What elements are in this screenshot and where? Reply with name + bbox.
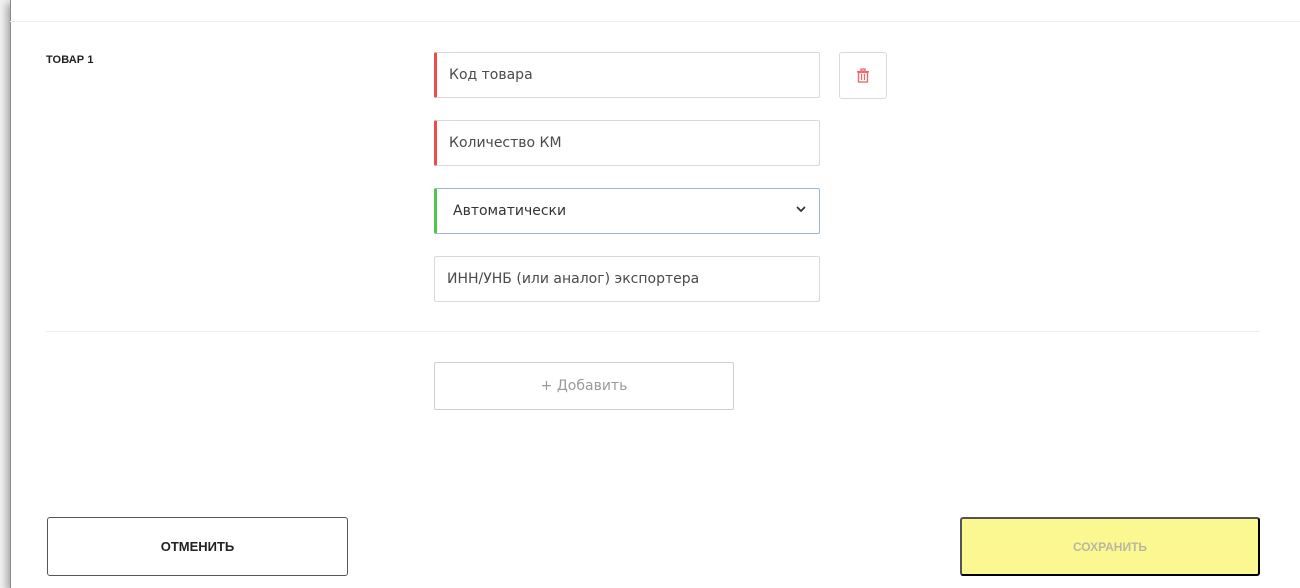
- save-button[interactable]: СОХРАНИТЬ: [960, 517, 1260, 576]
- km-quantity-input[interactable]: [437, 121, 819, 165]
- delete-item-button[interactable]: [839, 52, 887, 99]
- cancel-button[interactable]: ОТМЕНИТЬ: [47, 517, 348, 576]
- km-quantity-field[interactable]: [434, 120, 820, 166]
- chevron-down-icon: [796, 206, 806, 212]
- product-code-field[interactable]: [434, 52, 820, 98]
- top-divider: [10, 21, 1300, 22]
- product-code-input[interactable]: [437, 53, 819, 97]
- trash-icon: [857, 68, 869, 83]
- section-divider: [46, 331, 1260, 332]
- mode-select[interactable]: Автоматически: [434, 188, 820, 234]
- section-title: ТОВАР 1: [46, 54, 94, 66]
- add-item-button[interactable]: + Добавить: [434, 362, 734, 410]
- exporter-inn-field[interactable]: [434, 256, 820, 302]
- screen: ТОВАР 1 Автоматически + Добавить ОТМЕНИТ…: [0, 0, 1300, 588]
- mode-select-value: Автоматически: [453, 203, 567, 219]
- exporter-inn-input[interactable]: [435, 257, 819, 301]
